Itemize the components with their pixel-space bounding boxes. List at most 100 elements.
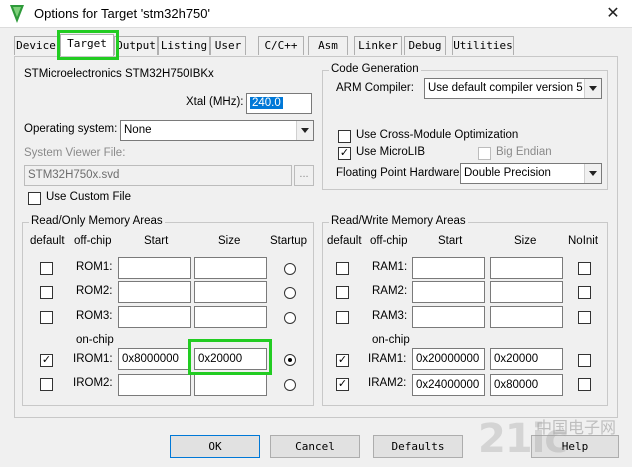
- xtal-input[interactable]: 240.0: [246, 93, 312, 114]
- ram-onchip-label: on-chip: [372, 334, 410, 346]
- irom2-size-input[interactable]: [194, 374, 267, 396]
- iram2-noinit-checkbox[interactable]: [578, 378, 591, 391]
- tab-device[interactable]: Device: [14, 36, 58, 55]
- code-generation-title: Code Generation: [329, 63, 421, 75]
- rom3-size-input[interactable]: [194, 306, 267, 328]
- rom2-start-input[interactable]: [118, 281, 191, 303]
- iram1-noinit-checkbox[interactable]: [578, 354, 591, 367]
- ram1-label: RAM1:: [372, 261, 408, 273]
- ram-header-noinit: NoInit: [568, 235, 599, 247]
- irom2-startup-radio[interactable]: [284, 379, 296, 391]
- iram1-size-input[interactable]: 0x20000: [490, 348, 563, 370]
- cross-module-label: Use Cross-Module Optimization: [356, 129, 519, 141]
- target-tab-highlight: [57, 30, 119, 60]
- irom2-start-input[interactable]: [118, 374, 191, 396]
- help-button[interactable]: Help: [531, 435, 619, 458]
- tab-output[interactable]: Output: [114, 36, 158, 55]
- irom2-default-checkbox[interactable]: [40, 378, 53, 391]
- ram3-start-input[interactable]: [412, 306, 485, 328]
- close-button[interactable]: ✕: [596, 2, 630, 26]
- ram1-noinit-checkbox[interactable]: [578, 262, 591, 275]
- microlib-label: Use MicroLIB: [356, 146, 426, 158]
- tab-asm[interactable]: Asm: [308, 36, 348, 55]
- iram1-start-input[interactable]: 0x20000000: [412, 348, 485, 370]
- ram2-start-input[interactable]: [412, 281, 485, 303]
- os-value: None: [124, 124, 152, 136]
- rom3-label: ROM3:: [76, 310, 113, 322]
- rom-header-offchip: off-chip: [74, 235, 112, 247]
- custom-file-label: Use Custom File: [46, 191, 131, 203]
- rom2-label: ROM2:: [76, 285, 113, 297]
- ram3-label: RAM3:: [372, 310, 408, 322]
- os-label: Operating system:: [24, 123, 118, 135]
- rom1-default-checkbox[interactable]: [40, 262, 53, 275]
- big-endian-checkbox[interactable]: [478, 147, 491, 160]
- iram2-start-input[interactable]: 0x24000000: [412, 374, 485, 396]
- rom-header-startup: Startup: [270, 235, 308, 247]
- ram3-size-input[interactable]: [490, 306, 563, 328]
- svd-label: System Viewer File:: [24, 147, 126, 159]
- xtal-label: Xtal (MHz):: [186, 96, 244, 108]
- rom2-size-input[interactable]: [194, 281, 267, 303]
- microlib-checkbox[interactable]: ✓: [338, 147, 351, 160]
- ram-group-title: Read/Write Memory Areas: [329, 215, 468, 227]
- rom3-startup-radio[interactable]: [284, 312, 296, 324]
- tab-linker[interactable]: Linker: [354, 36, 402, 55]
- title-bar: Options for Target 'stm32h750' ✕: [0, 0, 632, 28]
- iram2-label: IRAM2:: [368, 377, 407, 389]
- svd-input[interactable]: STM32H750x.svd: [24, 165, 292, 186]
- iram2-size-input[interactable]: 0x80000: [490, 374, 563, 396]
- fp-value: Double Precision: [464, 167, 551, 179]
- irom2-label: IROM2:: [73, 377, 113, 389]
- rom2-startup-radio[interactable]: [284, 287, 296, 299]
- ram-header-default: default: [327, 235, 362, 247]
- irom1-default-checkbox[interactable]: ✓: [40, 354, 53, 367]
- cancel-button[interactable]: Cancel: [270, 435, 360, 458]
- irom1-startup-radio[interactable]: [284, 354, 296, 366]
- ram2-noinit-checkbox[interactable]: [578, 286, 591, 299]
- ram3-noinit-checkbox[interactable]: [578, 311, 591, 324]
- rom1-start-input[interactable]: [118, 257, 191, 279]
- chevron-down-icon: [584, 164, 601, 183]
- keil-app-icon: [10, 5, 24, 23]
- tab-cpp[interactable]: C/C++: [258, 36, 304, 55]
- compiler-select[interactable]: Use default compiler version 5: [424, 78, 602, 99]
- rom3-start-input[interactable]: [118, 306, 191, 328]
- ram-header-start: Start: [438, 235, 463, 247]
- ram1-start-input[interactable]: [412, 257, 485, 279]
- ram2-default-checkbox[interactable]: [336, 286, 349, 299]
- tab-utilities[interactable]: Utilities: [452, 36, 514, 55]
- os-select[interactable]: None: [120, 120, 314, 141]
- ram1-size-input[interactable]: [490, 257, 563, 279]
- chevron-down-icon: [584, 79, 601, 98]
- rom1-label: ROM1:: [76, 261, 113, 273]
- ram-header-offchip: off-chip: [370, 235, 408, 247]
- svd-browse-button[interactable]: ...: [294, 165, 314, 186]
- iram2-default-checkbox[interactable]: ✓: [336, 378, 349, 391]
- iram1-default-checkbox[interactable]: ✓: [336, 354, 349, 367]
- xtal-value: 240.0: [250, 97, 283, 109]
- irom1-start-input[interactable]: 0x8000000: [118, 348, 191, 370]
- tab-debug[interactable]: Debug: [404, 36, 446, 55]
- ram3-default-checkbox[interactable]: [336, 311, 349, 324]
- ok-button[interactable]: OK: [170, 435, 260, 458]
- big-endian-label: Big Endian: [496, 146, 552, 158]
- custom-file-checkbox[interactable]: [28, 192, 41, 205]
- ram2-size-input[interactable]: [490, 281, 563, 303]
- irom1-size-highlight: [188, 339, 272, 375]
- rom-header-default: default: [30, 235, 65, 247]
- rom1-startup-radio[interactable]: [284, 263, 296, 275]
- rom-header-start: Start: [144, 235, 169, 247]
- rom1-size-input[interactable]: [194, 257, 267, 279]
- rom3-default-checkbox[interactable]: [40, 311, 53, 324]
- rom2-default-checkbox[interactable]: [40, 286, 53, 299]
- fp-select[interactable]: Double Precision: [460, 163, 602, 184]
- cross-module-checkbox[interactable]: [338, 130, 351, 143]
- compiler-value: Use default compiler version 5: [428, 82, 583, 94]
- tab-user[interactable]: User: [210, 36, 246, 55]
- rom-header-size: Size: [218, 235, 241, 247]
- device-name: STMicroelectronics STM32H750IBKx: [24, 68, 214, 80]
- tab-listing[interactable]: Listing: [158, 36, 210, 55]
- ram1-default-checkbox[interactable]: [336, 262, 349, 275]
- defaults-button[interactable]: Defaults: [373, 435, 463, 458]
